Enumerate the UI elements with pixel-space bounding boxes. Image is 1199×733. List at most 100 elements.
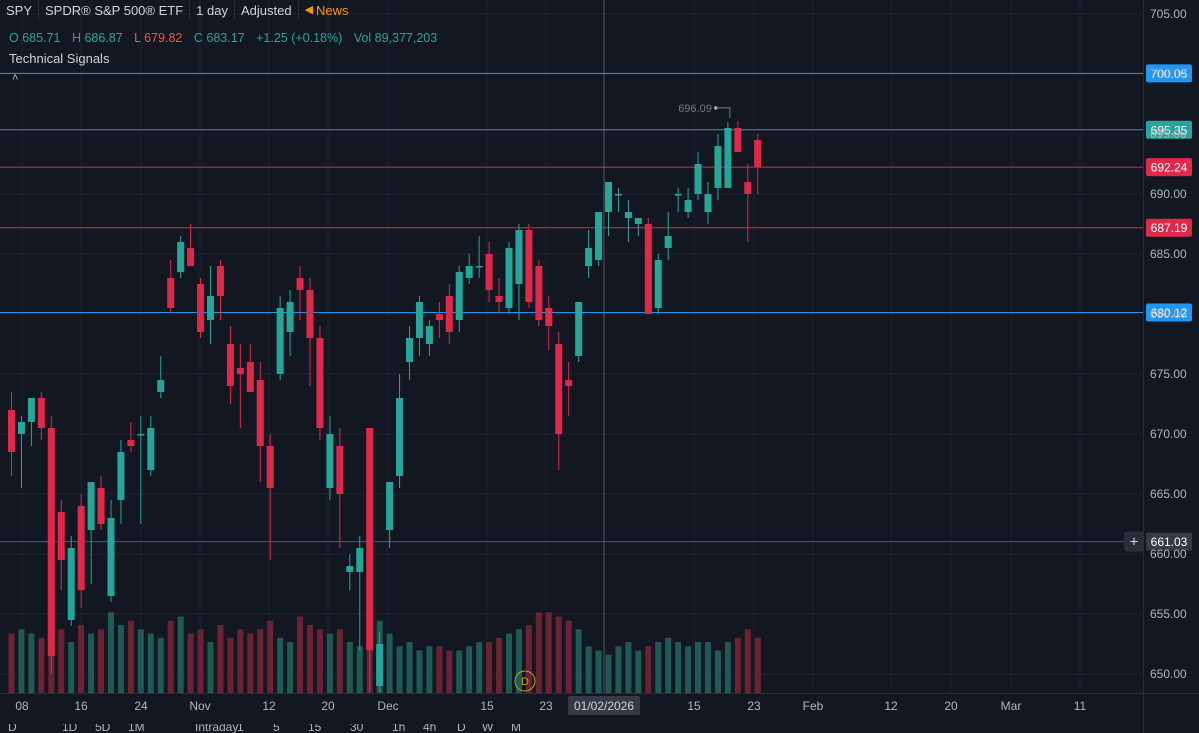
x-tick-label: 16: [74, 699, 88, 713]
toolbar-range-1[interactable]: 1D: [62, 724, 77, 733]
candle-body: [376, 644, 384, 686]
candle-body: [187, 248, 195, 266]
toolbar-range-8[interactable]: 30: [350, 724, 363, 733]
volume-bar: [267, 620, 274, 693]
volume-bar: [724, 642, 731, 693]
volume-bar: [287, 642, 294, 693]
candle-body: [545, 308, 553, 326]
candle-body: [266, 446, 274, 488]
toolbar-range-0[interactable]: D: [8, 724, 17, 733]
volume-bar: [446, 650, 453, 693]
x-tick-label: Feb: [803, 699, 824, 713]
toolbar-range-7[interactable]: 15: [308, 724, 321, 733]
candle-body: [167, 278, 175, 308]
volume-bar: [625, 642, 632, 693]
volume-label: Vol: [353, 31, 372, 45]
x-tick-label: 20: [944, 699, 958, 713]
technical-signals[interactable]: Technical Signals: [9, 51, 109, 66]
news-button[interactable]: ◀︎ News: [299, 1, 355, 20]
ohlc-legend: O 685.71 H 686.87 L 679.82 C 683.17 +1.2…: [9, 31, 445, 45]
toolbar-range-13[interactable]: M: [511, 724, 521, 733]
volume-bar: [754, 637, 761, 693]
y-tick-label: 680.00: [1150, 307, 1187, 321]
candle-body: [17, 422, 25, 434]
toolbar-range-5[interactable]: 1: [237, 724, 244, 733]
y-tick-label: 685.00: [1150, 247, 1187, 261]
candle-body: [445, 296, 453, 332]
toolbar-range-9[interactable]: 1h: [392, 724, 405, 733]
volume-bar: [416, 650, 423, 693]
candle-body: [246, 362, 254, 392]
volume-bar: [734, 637, 741, 693]
x-tick-label: 15: [687, 699, 701, 713]
toolbar-range-11[interactable]: D: [457, 724, 466, 733]
volume-bar: [307, 625, 313, 693]
candle-body: [57, 512, 65, 560]
candle-body: [595, 212, 603, 260]
candle-body: [724, 128, 732, 188]
volume-bar: [177, 616, 184, 693]
candle-body: [117, 452, 125, 500]
candle-body: [396, 398, 404, 476]
candle-body: [714, 146, 722, 188]
volume-bar: [8, 633, 15, 693]
volume-bar: [496, 637, 503, 693]
candle-body: [614, 194, 622, 196]
x-tick-label: 24: [134, 699, 148, 713]
candle-body: [664, 236, 672, 248]
volume-bar: [595, 650, 602, 693]
y-tick-label: 700.00: [1150, 67, 1187, 81]
candle-body: [97, 488, 105, 524]
toolbar-range-6[interactable]: 5: [273, 724, 280, 733]
close-value: 683.17: [206, 31, 245, 45]
candle-body: [435, 314, 443, 320]
volume-bar: [685, 646, 692, 693]
candle-body: [535, 266, 543, 320]
volume-bar: [187, 633, 194, 693]
volume-bar: [615, 646, 622, 693]
candle-body: [485, 254, 493, 290]
volume-bar: [147, 633, 154, 693]
candle-body: [8, 410, 15, 452]
bottom-toolbar: D 1D 5D 1M Intraday 1 5 15 30 1h 4h D W M: [0, 724, 1199, 733]
candle-body: [495, 296, 503, 302]
candle-body: [704, 194, 712, 212]
y-tick-label: 670.00: [1150, 427, 1187, 441]
x-tick-label: 08: [15, 699, 29, 713]
x-tick-label: 15: [480, 699, 494, 713]
volume-bar: [356, 646, 363, 693]
candle-body: [366, 428, 374, 650]
volume-bar: [675, 642, 682, 693]
toolbar-range-10[interactable]: 4h: [423, 724, 436, 733]
toolbar-range-3[interactable]: 1M: [128, 724, 145, 733]
volume-bar: [655, 642, 662, 693]
candle-body: [77, 506, 85, 590]
symbol[interactable]: SPY: [0, 0, 40, 20]
collapse-chevron-icon[interactable]: ˄: [12, 72, 18, 84]
volume-bar: [137, 629, 144, 693]
volume-bar: [157, 637, 164, 693]
x-tick-label: 12: [884, 699, 898, 713]
volume-bar: [506, 633, 512, 693]
candle-body: [515, 230, 523, 284]
volume-bar: [575, 629, 582, 693]
toolbar-range-4[interactable]: Intraday: [195, 724, 238, 733]
candle-body: [47, 428, 55, 656]
toolbar-range-2[interactable]: 5D: [95, 724, 110, 733]
candlestick-chart[interactable]: 700.05695.35692.24687.19680.12661.03+ 69…: [0, 0, 1199, 733]
news-label: News: [316, 2, 349, 18]
candle-body: [336, 446, 344, 494]
interval-button[interactable]: 1 day: [190, 0, 235, 20]
candle-body: [286, 302, 294, 332]
y-tick-label: 665.00: [1150, 487, 1187, 501]
x-tick-label: 12: [262, 699, 276, 713]
toolbar-range-12[interactable]: W: [482, 724, 493, 733]
adjustment-button[interactable]: Adjusted: [235, 0, 299, 20]
y-tick-label: 650.00: [1150, 667, 1187, 681]
volume-bar: [426, 646, 433, 693]
candle-body: [425, 326, 433, 344]
volume-bar: [665, 637, 672, 693]
candle-body: [356, 548, 364, 572]
volume-bar: [277, 637, 284, 693]
volume-bar: [466, 646, 473, 693]
